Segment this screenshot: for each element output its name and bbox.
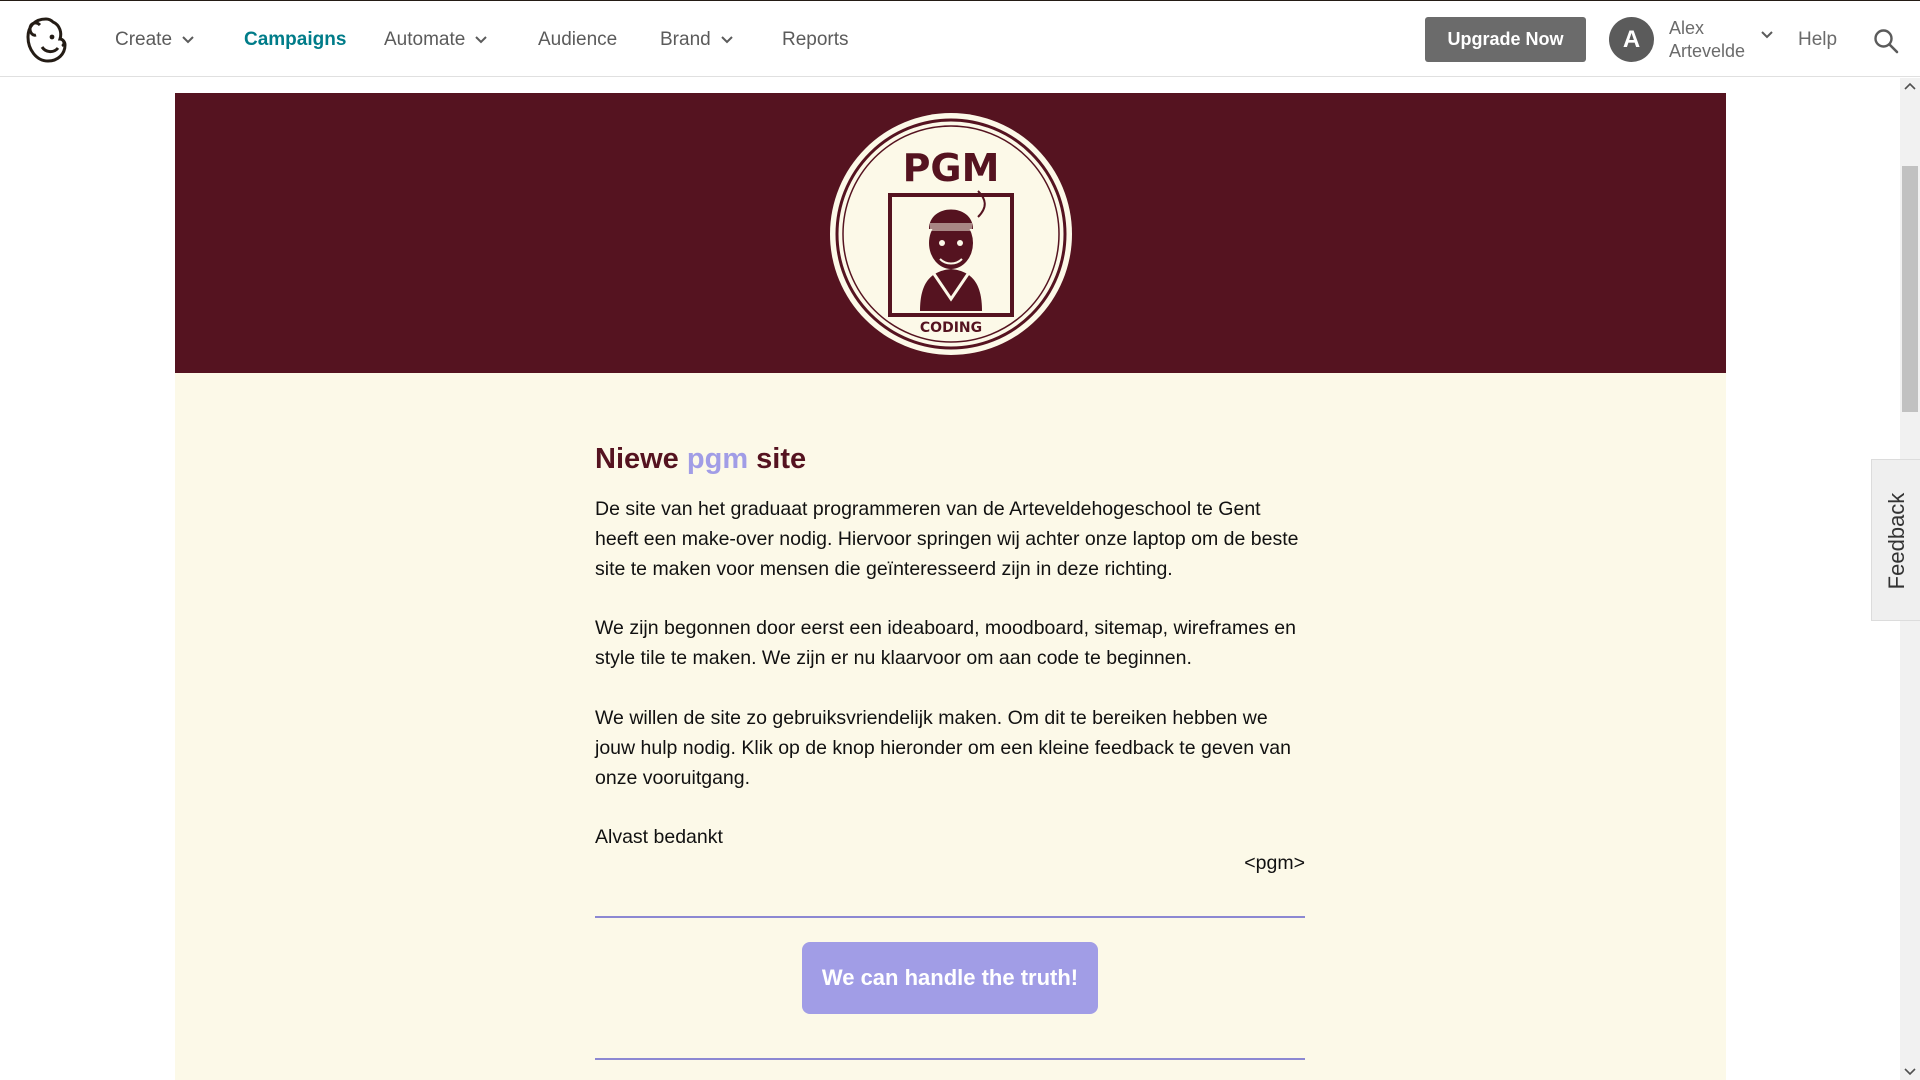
search-icon[interactable] [1873, 28, 1899, 54]
email-preview-canvas: PGM CODING Niewe pgm site De site van he… [0, 78, 1900, 1080]
paragraph-progress: We zijn begonnen door eerst een ideaboar… [595, 617, 1296, 669]
nav-brand[interactable]: Brand [660, 29, 733, 51]
user-avatar[interactable]: A [1609, 17, 1654, 62]
scrollbar-thumb[interactable] [1902, 166, 1918, 412]
nav-automate[interactable]: Automate [384, 29, 488, 51]
nav-automate-label: Automate [384, 29, 466, 50]
headline-accent: pgm [686, 443, 749, 475]
nav-create-label: Create [115, 29, 173, 50]
nav-reports-label: Reports [782, 29, 849, 50]
chevron-down-icon [182, 36, 194, 44]
headline-before: Niewe [595, 443, 679, 475]
help-link[interactable]: Help [1798, 29, 1837, 51]
nav-create[interactable]: Create [115, 29, 194, 51]
mailchimp-logo-icon[interactable] [22, 15, 70, 65]
coding-logo-text: CODING [920, 320, 982, 336]
paragraph-request: We willen de site zo gebruiksvriendelijk… [595, 707, 1291, 789]
email-signature: <pgm> [1244, 852, 1305, 874]
headline-after: site [756, 443, 807, 475]
pgm-coding-logo: PGM CODING [830, 113, 1072, 355]
paragraph-intro: De site van het graduaat programmeren va… [595, 498, 1299, 580]
user-last-name: Artevelde [1669, 41, 1746, 61]
user-first-name: Alex [1669, 18, 1705, 38]
divider-top [595, 916, 1305, 918]
pgm-logo-text: PGM [903, 146, 1000, 190]
email-headline: Niewe pgm site [595, 443, 806, 476]
user-name[interactable]: Alex Artevelde [1669, 17, 1759, 63]
scroll-up-arrow-icon[interactable] [1904, 82, 1916, 90]
chevron-down-icon [720, 36, 733, 44]
paragraph-thanks: Alvast bedankt [595, 826, 723, 848]
nav-brand-label: Brand [660, 29, 711, 50]
email-template: PGM CODING Niewe pgm site De site van he… [175, 93, 1726, 1080]
nav-reports[interactable]: Reports [782, 29, 849, 51]
nav-audience[interactable]: Audience [538, 29, 617, 51]
feedback-tab[interactable]: Feedback [1871, 459, 1920, 621]
chevron-down-icon[interactable] [1761, 31, 1773, 39]
chevron-down-icon [475, 36, 488, 44]
scroll-down-arrow-icon[interactable] [1904, 1068, 1916, 1076]
nav-audience-label: Audience [538, 29, 618, 50]
email-header-banner: PGM CODING [175, 93, 1726, 373]
feedback-cta-button[interactable]: We can handle the truth! [802, 942, 1098, 1014]
nav-campaigns[interactable]: Campaigns [244, 29, 346, 51]
feedback-tab-label: Feedback [1884, 492, 1909, 590]
divider-bottom [595, 1058, 1305, 1060]
upgrade-now-button[interactable]: Upgrade Now [1425, 17, 1586, 62]
nav-campaigns-label: Campaigns [244, 29, 347, 50]
top-navigation: Create Campaigns Automate Audience Brand… [0, 0, 1920, 77]
